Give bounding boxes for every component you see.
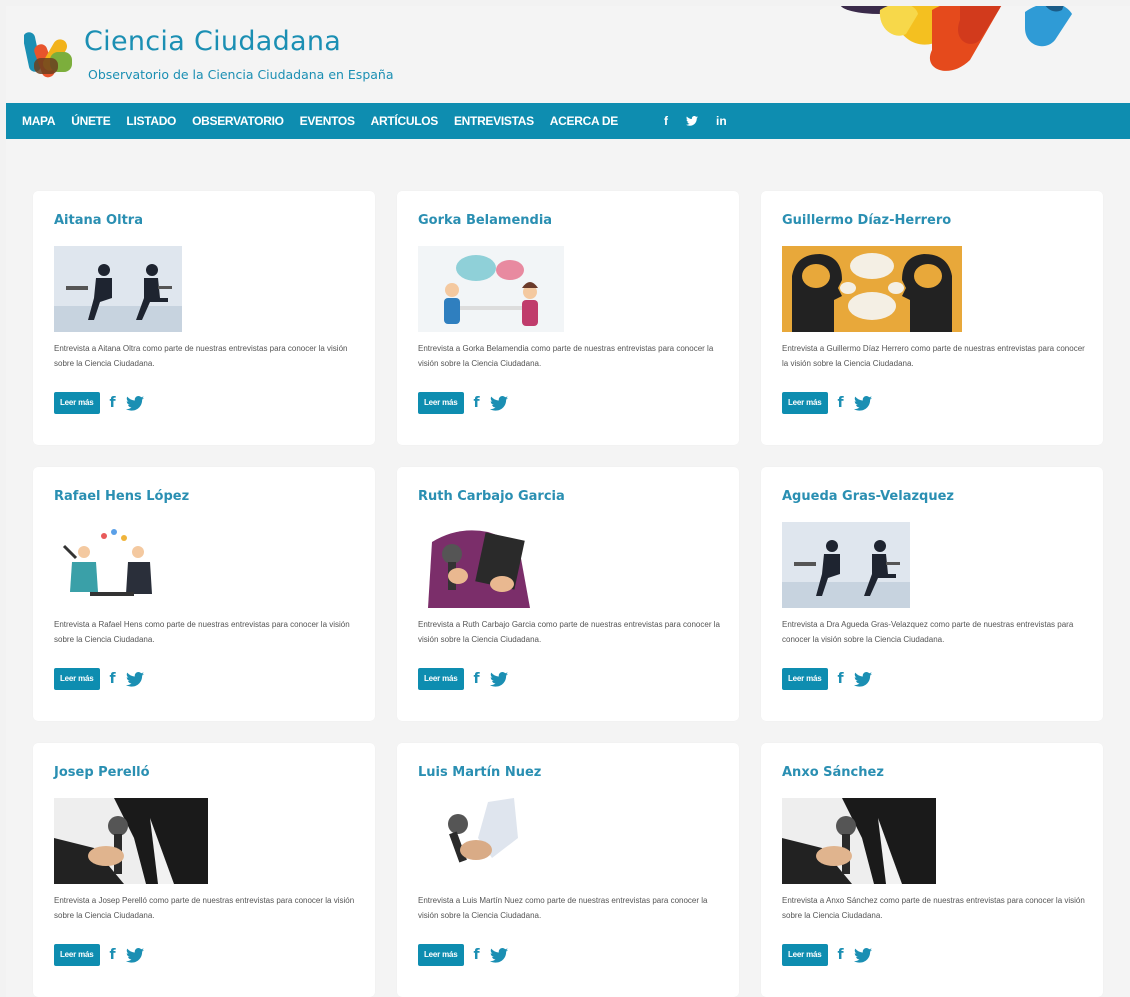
nav-item-articulos[interactable]: ARTÍCULOS — [371, 114, 439, 128]
read-more-button[interactable]: Leer más — [782, 944, 828, 966]
site-subtitle: Observatorio de la Ciencia Ciudadana en … — [88, 67, 394, 82]
hand-microphone-photo-image[interactable] — [418, 798, 598, 884]
card-title[interactable]: Ruth Carbajo Garcia — [418, 489, 565, 504]
card-title[interactable]: Aitana Oltra — [54, 213, 143, 228]
card-excerpt: Entrevista a Dra Agueda Gras-Velazquez c… — [782, 620, 1074, 644]
facebook-share-icon[interactable]: f — [474, 671, 480, 687]
main-nav: MAPA ÚNETE LISTADO OBSERVATORIO EVENTOS … — [6, 103, 1130, 139]
facebook-share-icon[interactable]: f — [110, 671, 116, 687]
read-more-button[interactable]: Leer más — [54, 944, 100, 966]
card-actions: Leer más f — [54, 944, 144, 966]
interview-card: Guillermo Díaz-Herrero Entrevista a Guil… — [761, 191, 1103, 445]
card-actions: Leer más f — [54, 668, 144, 690]
card-actions: Leer más f — [418, 944, 508, 966]
twitter-share-icon[interactable] — [853, 395, 872, 411]
twitter-share-icon[interactable] — [853, 947, 872, 963]
nav-item-observatorio[interactable]: OBSERVATORIO — [192, 114, 284, 128]
card-title[interactable]: Josep Perelló — [54, 765, 150, 780]
twitter-share-icon[interactable] — [125, 671, 144, 687]
twitter-share-icon[interactable] — [489, 671, 508, 687]
card-excerpt: Entrevista a Josep Perelló como parte de… — [54, 896, 355, 920]
microphone-photo-image[interactable] — [54, 798, 234, 884]
interview-card: Agueda Gras-Velazquez Entrevista a Dra A… — [761, 467, 1103, 721]
card-actions: Leer más f — [54, 392, 144, 414]
interview-card: Ruth Carbajo Garcia Entrevista a Ruth Ca… — [397, 467, 739, 721]
card-actions: Leer más f — [782, 392, 872, 414]
twitter-share-icon[interactable] — [853, 671, 872, 687]
microphone-clipboard-photo-image[interactable] — [418, 522, 598, 608]
nav-item-eventos[interactable]: EVENTOS — [300, 114, 355, 128]
card-title[interactable]: Rafael Hens López — [54, 489, 189, 504]
twitter-share-icon[interactable] — [125, 947, 144, 963]
interview-card: Gorka Belamendia Entrevista a Gorka Bela… — [397, 191, 739, 445]
twitter-share-icon[interactable] — [125, 395, 144, 411]
read-more-button[interactable]: Leer más — [54, 668, 100, 690]
card-title[interactable]: Luis Martín Nuez — [418, 765, 541, 780]
paint-brush-art — [840, 6, 1072, 71]
nav-item-mapa[interactable]: MAPA — [22, 114, 56, 128]
twitter-icon[interactable] — [686, 116, 698, 126]
facebook-share-icon[interactable]: f — [474, 947, 480, 963]
card-actions: Leer más f — [418, 668, 508, 690]
card-actions: Leer más f — [418, 392, 508, 414]
interview-silhouettes-image[interactable] — [782, 522, 962, 608]
card-excerpt: Entrevista a Aitana Oltra como parte de … — [54, 344, 348, 368]
nav-item-listado[interactable]: LISTADO — [126, 114, 176, 128]
interview-card: Luis Martín Nuez Entrevista a Luis Martí… — [397, 743, 739, 997]
linkedin-icon[interactable]: in — [716, 114, 727, 128]
read-more-button[interactable]: Leer más — [54, 392, 100, 414]
facebook-share-icon[interactable]: f — [110, 947, 116, 963]
card-title[interactable]: Guillermo Díaz-Herrero — [782, 213, 951, 228]
twitter-share-icon[interactable] — [489, 947, 508, 963]
facebook-share-icon[interactable]: f — [838, 671, 844, 687]
interview-silhouettes-image[interactable] — [54, 246, 234, 332]
nav-item-entrevistas[interactable]: ENTREVISTAS — [454, 114, 534, 128]
card-excerpt: Entrevista a Guillermo Díaz Herrero como… — [782, 344, 1085, 368]
card-title[interactable]: Anxo Sánchez — [782, 765, 884, 780]
card-excerpt: Entrevista a Rafael Hens como parte de n… — [54, 620, 350, 644]
chat-bubbles-illustration-image[interactable] — [418, 246, 598, 332]
nav-social-links: f in — [664, 114, 727, 128]
facebook-icon[interactable]: f — [664, 114, 668, 128]
twitter-share-icon[interactable] — [489, 395, 508, 411]
site-header: Ciencia Ciudadana Observatorio de la Cie… — [6, 6, 1130, 103]
site-title[interactable]: Ciencia Ciudadana — [84, 26, 341, 57]
facebook-share-icon[interactable]: f — [474, 395, 480, 411]
interview-card: Rafael Hens López Entrevista a Rafael He… — [33, 467, 375, 721]
read-more-button[interactable]: Leer más — [418, 668, 464, 690]
read-more-button[interactable]: Leer más — [782, 392, 828, 414]
interview-card: Anxo Sánchez Entrevista a Anxo Sánchez c… — [761, 743, 1103, 997]
card-excerpt: Entrevista a Gorka Belamendia como parte… — [418, 344, 714, 368]
microphone-photo-image[interactable] — [782, 798, 962, 884]
logo-icon[interactable] — [24, 28, 76, 80]
nav-item-unete[interactable]: ÚNETE — [71, 114, 110, 128]
read-more-button[interactable]: Leer más — [418, 944, 464, 966]
card-excerpt: Entrevista a Anxo Sánchez como parte de … — [782, 896, 1085, 920]
card-title[interactable]: Gorka Belamendia — [418, 213, 552, 228]
heads-thinking-illustration-image[interactable] — [782, 246, 962, 332]
talk-illustration-image[interactable] — [54, 522, 234, 608]
card-excerpt: Entrevista a Luis Martín Nuez como parte… — [418, 896, 708, 920]
interview-grid: Aitana Oltra Entrevista a Aitana Oltra c… — [33, 191, 1103, 997]
facebook-share-icon[interactable]: f — [838, 395, 844, 411]
interview-card: Aitana Oltra Entrevista a Aitana Oltra c… — [33, 191, 375, 445]
read-more-button[interactable]: Leer más — [418, 392, 464, 414]
card-title[interactable]: Agueda Gras-Velazquez — [782, 489, 954, 504]
nav-item-acerca-de[interactable]: ACERCA DE — [550, 114, 619, 128]
facebook-share-icon[interactable]: f — [838, 947, 844, 963]
card-excerpt: Entrevista a Ruth Carbajo Garcia como pa… — [418, 620, 720, 644]
card-actions: Leer más f — [782, 668, 872, 690]
read-more-button[interactable]: Leer más — [782, 668, 828, 690]
facebook-share-icon[interactable]: f — [110, 395, 116, 411]
interview-card: Josep Perelló Entrevista a Josep Perelló… — [33, 743, 375, 997]
card-actions: Leer más f — [782, 944, 872, 966]
